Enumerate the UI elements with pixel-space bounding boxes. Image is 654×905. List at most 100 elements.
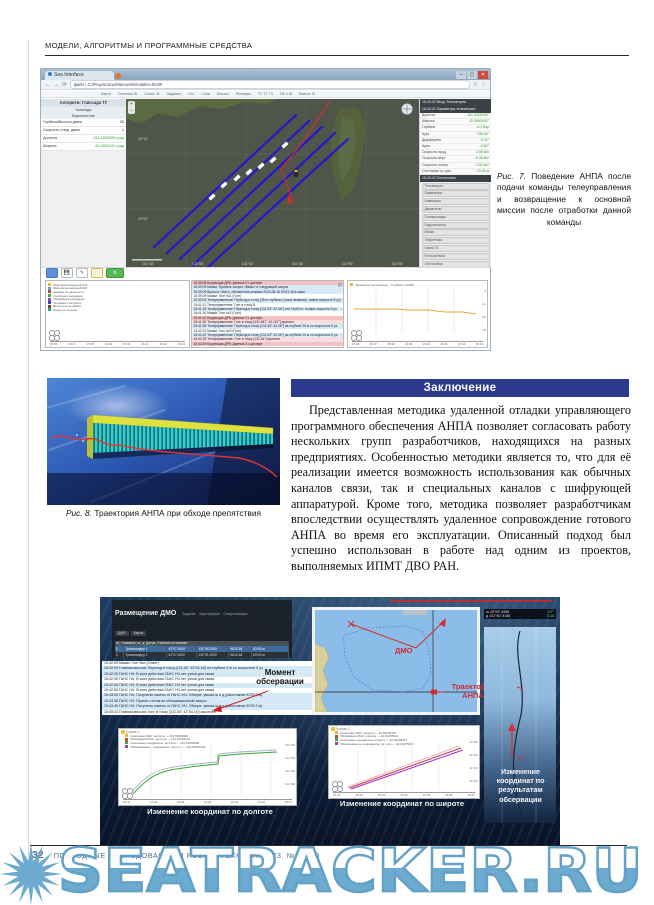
y-label: 0 (482, 289, 486, 293)
y-axis-labels: 0-10-20-30 (482, 289, 486, 332)
y-label: 42.048 (469, 740, 478, 744)
obstacle-3d-scene (47, 378, 280, 505)
watermark-star-icon (0, 843, 62, 905)
legend-swatch (48, 305, 51, 308)
y-label: 131.546 (285, 743, 295, 747)
longitude-lines (121, 745, 283, 797)
tick-label: 15:45 (231, 800, 238, 805)
window-tab: ДМО (115, 631, 129, 636)
latitude-chart-caption: Изменение координат по широте (322, 799, 482, 808)
subsystem-button: Маяки (422, 229, 490, 236)
chart-zoom-controls (351, 330, 361, 340)
map-ylabel: 42°10' (138, 137, 148, 141)
menu-item: Синхронизация (223, 612, 247, 616)
chart-flag-icon (121, 730, 125, 734)
parameter-row: Широта 42.0963242 град (41, 143, 126, 151)
chart-notch (403, 610, 427, 615)
legend-swatch (48, 294, 51, 297)
longitude-chart-caption: Изменение координат по долготе (130, 807, 290, 816)
latitude-lines (331, 742, 467, 790)
map-xlabel: 131°50' (192, 262, 204, 266)
observation-moment-label: Момент обсервации (246, 668, 314, 687)
menu-item: Задание (182, 612, 195, 616)
bookmark-star-icon: ☆ (473, 82, 478, 88)
url-field: файл | C:/Результаты/Миссия/simulation.h… (70, 80, 470, 89)
chart-zoom-controls (49, 330, 59, 340)
edit-button: ✎ (76, 268, 88, 278)
tick-label: 15:44 (204, 800, 211, 805)
map-tool-item: Гео (188, 91, 194, 97)
map-tool-item: Фильтры (236, 91, 251, 97)
tick-label: 15:36 (352, 342, 359, 347)
map-tool-item: Сетка: Ж (144, 91, 159, 97)
forward-icon: → (54, 82, 60, 88)
window-controls: – ▢ ✕ (456, 71, 488, 79)
map-xlabel: 131°54' (291, 262, 303, 266)
browser-titlebar: Sea Interface – ▢ ✕ (41, 69, 490, 80)
bottom-panels: Маяк дальномерный №1 Маяк дальномерный №… (41, 278, 490, 350)
window-tab: Карты (131, 631, 147, 636)
tick-label: 15:41 (141, 342, 148, 347)
figure-8-image (47, 378, 280, 505)
figure-8-label: Рис. 8. (66, 508, 92, 518)
subsystem-button: Фотосистема (422, 253, 490, 260)
tick-label: 15:38 (87, 342, 94, 347)
tick-label: 15:47 (468, 793, 475, 798)
moment-arrow (210, 689, 272, 715)
subsystem-button: Телеметрия (422, 183, 490, 190)
reload-icon: ⟳ (62, 82, 67, 88)
legend-swatch (48, 283, 51, 286)
table-row: 2 Транспондер 2 42°07.0000' 132°01.2000'… (115, 652, 289, 658)
bottom-toolbar: 💾 ✎ ↯ (41, 267, 490, 278)
beacons-chart-panel: Маяк дальномерный №1 Маяк дальномерный №… (45, 280, 190, 348)
log-row: 15:45:33 Главная миссия: Гонг, в точку [… (102, 710, 316, 715)
map-tool-item: Слои (201, 91, 210, 97)
latitude-chart-panel: График 2 Счисление ИНС: широта — 42.0424… (328, 725, 480, 799)
new-tab-dot-icon (115, 73, 121, 79)
chart-zoom-controls (122, 788, 132, 798)
y-label: -20 (482, 315, 486, 319)
subsystem-button: Движители (422, 206, 490, 213)
tick-label: 15:37 (370, 342, 377, 347)
tick-label: 15:42 (355, 793, 362, 798)
dmo-placement-window: Размещение ДМО ЗаданиеКартографияСинхрон… (112, 600, 292, 658)
tick-label: 15:45 (423, 793, 430, 798)
x-axis-ticks: 15:4115:4215:4315:4415:4515:4615:47 (123, 799, 292, 805)
mission-parameters-panel: Алгоритм: Глиссада ТУ Команда Выключение… (41, 99, 127, 267)
coordinate-readout: ш 42°00'.34580.7° д 131°40'.91560.14 (484, 609, 556, 619)
map-scale-bar (132, 259, 162, 261)
y-label: 42.044 (469, 766, 478, 770)
browser-address-bar: ← → ⟳ файл | C:/Результаты/Миссия/simula… (41, 80, 490, 90)
map-tool-item: Вынос: В (299, 91, 315, 97)
y-label: 42.046 (469, 753, 478, 757)
parameter-row: Глубина/Высота движ. 25 (41, 119, 126, 127)
event-log-panel: ▤ 15:39:05 Коррекция ДРК: Данные 21 цист… (191, 280, 344, 348)
tick-label: 15:39 (105, 342, 112, 347)
tick-label: 15:40 (123, 342, 130, 347)
close-icon: ✕ (478, 71, 488, 79)
telemetry-header: 16:33:43 Постановка (420, 175, 491, 182)
parameter-row: Долгота 131.5405299 град (41, 135, 126, 143)
map-tool-item: Система Ж (118, 91, 137, 97)
legend-swatch (48, 308, 51, 311)
conclusion-paragraph: Представленная методика удаленной отладк… (291, 403, 631, 575)
tick-label: 15:38 (387, 342, 394, 347)
map-tool-item: Т1 Т2 Т3 (258, 91, 273, 97)
legend-swatch (48, 287, 51, 290)
legend-swatch (350, 283, 353, 286)
tick-label: 15:46 (258, 800, 265, 805)
tick-label: 15:43 (476, 342, 483, 347)
parameter-row: Скорость след. движ. 1 (41, 127, 126, 135)
tick-label: 15:42 (150, 800, 157, 805)
map-xlabels: 131°48'131°50'131°52'131°54'131°56'131°5… (126, 262, 419, 266)
minimize-icon: – (456, 71, 466, 79)
maximize-icon: ▢ (467, 71, 477, 79)
browser-menu-icon: ⋮ (481, 82, 487, 88)
subsystem-button: Навигация (422, 198, 490, 205)
tick-label: 15:43 (177, 800, 184, 805)
figure-7-screenshot: Sea Interface – ▢ ✕ ← → ⟳ файл | C:/Резу… (40, 68, 491, 351)
subsystem-button: Параметры (422, 190, 490, 197)
y-label: 42.042 (469, 779, 478, 783)
figure-8-caption: Рис. 8. Траектория АНПА при обходе препя… (47, 508, 280, 519)
layers-button (46, 268, 58, 278)
